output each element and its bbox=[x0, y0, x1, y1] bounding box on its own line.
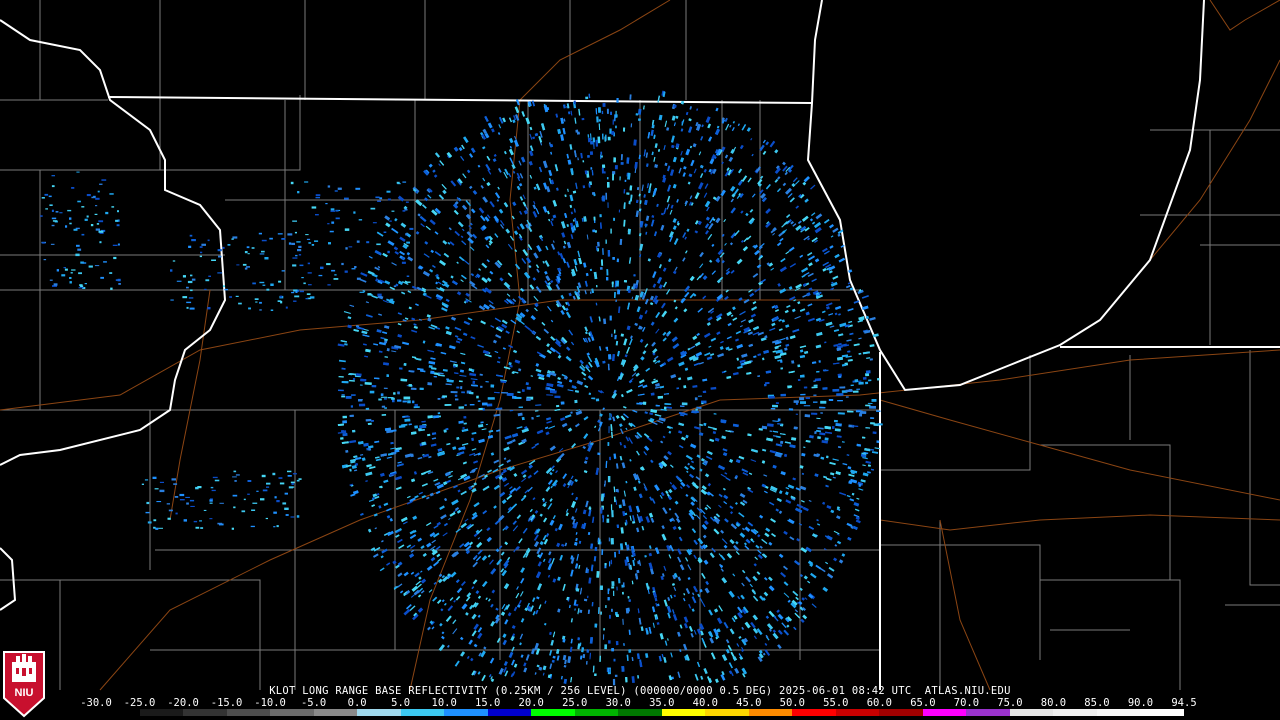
colorscale-swatch bbox=[183, 709, 227, 716]
colorscale-label: 90.0 bbox=[1127, 697, 1154, 709]
colorscale-label: 70.0 bbox=[953, 697, 980, 709]
colorscale-label: -10.0 bbox=[254, 697, 286, 709]
product-title: KLOT LONG RANGE BASE REFLECTIVITY (0.25K… bbox=[269, 685, 1011, 697]
colorscale-swatch bbox=[1140, 709, 1184, 716]
colorscale-swatch bbox=[748, 709, 793, 716]
colorscale-swatch bbox=[1053, 709, 1097, 716]
colorscale-swatch bbox=[270, 709, 314, 716]
colorscale-label: 25.0 bbox=[562, 697, 588, 709]
colorscale-label: 80.0 bbox=[1040, 697, 1067, 709]
radar-map bbox=[0, 0, 1280, 691]
colorscale-swatch bbox=[835, 709, 880, 716]
colorscale-swatch bbox=[705, 709, 749, 716]
colorscale-swatch bbox=[313, 709, 358, 716]
colorscale-label: 35.0 bbox=[649, 697, 675, 709]
colorscale-label: 50.0 bbox=[779, 697, 805, 709]
colorscale-label: 75.0 bbox=[997, 697, 1023, 709]
colorscale-label: -15.0 bbox=[210, 697, 243, 709]
colorscale-swatch bbox=[226, 709, 271, 716]
colorscale-swatch bbox=[444, 709, 488, 716]
colorscale-label: -25.0 bbox=[123, 697, 156, 709]
colorscale-swatch bbox=[487, 709, 532, 716]
colorscale-swatch bbox=[618, 709, 662, 716]
colorscale-label: 85.0 bbox=[1084, 697, 1110, 709]
colorscale-swatch bbox=[1009, 709, 1054, 716]
colorscale-swatch bbox=[1096, 709, 1141, 716]
colorscale-swatch bbox=[574, 709, 619, 716]
colorscale-swatch bbox=[922, 709, 967, 716]
colorscale-label: 60.0 bbox=[866, 697, 893, 709]
colorscale-label: -5.0 bbox=[300, 697, 327, 709]
colorscale-label: 20.0 bbox=[518, 697, 544, 709]
colorscale-label: 0.0 bbox=[347, 697, 367, 709]
colorscale-swatch bbox=[139, 709, 184, 716]
colorscale-label: 55.0 bbox=[823, 697, 849, 709]
colorscale-swatch bbox=[400, 709, 445, 716]
colorscale-swatch bbox=[792, 709, 836, 716]
niu-logo: NIU bbox=[3, 651, 45, 718]
colorscale-bar bbox=[96, 709, 1184, 716]
colorscale-label: 45.0 bbox=[736, 697, 762, 709]
colorscale-label: -20.0 bbox=[167, 697, 199, 709]
colorscale-label: 40.0 bbox=[692, 697, 718, 709]
colorscale-swatch bbox=[357, 709, 401, 716]
colorscale-label: 10.0 bbox=[431, 697, 457, 709]
colorscale-label: -30.0 bbox=[80, 697, 112, 709]
colorscale-swatch bbox=[966, 709, 1010, 716]
colorscale-labels: -30.0 -25.0 -20.0 -15.0 -10.0 -5.0 0.0 5.0 10.0 1… bbox=[80, 697, 1196, 709]
radar-page: NIU KLOT LONG RANGE BASE REFLECTIVITY (0… bbox=[0, 0, 1280, 720]
colorscale-swatch bbox=[96, 709, 140, 716]
reflectivity-echoes bbox=[40, 90, 883, 686]
colorscale-swatch bbox=[661, 709, 706, 716]
colorscale-label: 94.5 bbox=[1171, 697, 1197, 709]
colorscale-label: 5.0 bbox=[391, 697, 411, 709]
colorscale-swatch bbox=[531, 709, 575, 716]
colorscale-swatch bbox=[879, 709, 923, 716]
colorscale-label: 65.0 bbox=[910, 697, 936, 709]
colorscale-label: 30.0 bbox=[605, 697, 631, 709]
colorscale-label: 15.0 bbox=[475, 697, 501, 709]
